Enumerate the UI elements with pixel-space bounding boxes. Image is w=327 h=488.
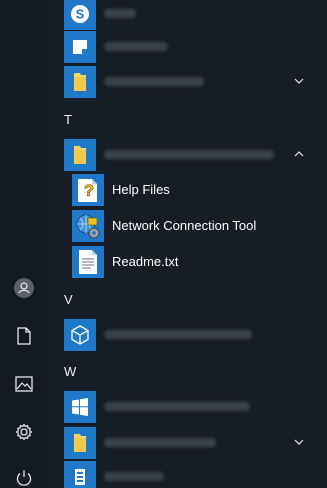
redacted-app-name	[104, 330, 252, 339]
section-header-t[interactable]: T	[64, 112, 72, 128]
folder-item-network-connection-tool[interactable]: Network Connection Tool	[48, 208, 327, 244]
start-rail	[0, 0, 48, 488]
folder-item-label: Help Files	[112, 182, 170, 197]
chevron-down-icon[interactable]	[293, 75, 305, 87]
redacted-folder-name	[104, 150, 274, 159]
section-header-v[interactable]: V	[64, 292, 73, 308]
pictures-icon	[15, 375, 33, 397]
help-file-icon: ?	[72, 174, 104, 206]
user-account-button[interactable]	[4, 270, 44, 310]
app-folder[interactable]	[48, 63, 327, 99]
app-icon	[64, 461, 96, 488]
app-list-item[interactable]: S	[48, 0, 327, 31]
windows-logo-icon	[64, 391, 96, 423]
skype-icon: S	[64, 0, 96, 30]
app-list-item[interactable]	[48, 28, 327, 64]
settings-gear-icon	[15, 422, 33, 446]
chevron-up-icon[interactable]	[293, 148, 305, 160]
folder-item-label: Readme.txt	[112, 254, 179, 269]
svg-text:S: S	[76, 7, 85, 22]
user-avatar-icon	[14, 277, 34, 303]
settings-button[interactable]	[4, 414, 44, 454]
redacted-folder-name	[104, 77, 204, 86]
app-list-item[interactable]	[48, 388, 327, 424]
chevron-down-icon[interactable]	[293, 436, 305, 448]
folder-item-help-files[interactable]: ? Help Files	[48, 172, 327, 208]
power-icon	[15, 469, 33, 488]
app-folder[interactable]	[48, 424, 327, 460]
redacted-app-name	[104, 9, 136, 18]
svg-text:?: ?	[84, 181, 94, 200]
app-folder-expanded[interactable]	[48, 136, 327, 172]
power-button[interactable]	[4, 460, 44, 488]
document-icon	[16, 326, 32, 350]
sticky-notes-icon	[64, 31, 96, 63]
folder-item-readme[interactable]: Readme.txt	[48, 244, 327, 280]
folder-icon	[64, 139, 96, 171]
redacted-app-name	[104, 402, 250, 411]
app-list-item[interactable]	[48, 458, 327, 488]
folder-icon	[64, 66, 96, 98]
app-list-item[interactable]	[48, 316, 327, 352]
section-header-w[interactable]: W	[64, 364, 76, 380]
documents-button[interactable]	[4, 318, 44, 358]
app-list: S T ? Help Files Network Connection Tool…	[48, 0, 327, 488]
redacted-folder-name	[104, 438, 216, 447]
redacted-app-name	[104, 472, 164, 481]
pictures-button[interactable]	[4, 366, 44, 406]
redacted-app-name	[104, 42, 168, 51]
text-document-icon	[72, 246, 104, 278]
network-tool-icon	[72, 210, 104, 242]
folder-icon	[64, 427, 96, 459]
folder-item-label: Network Connection Tool	[112, 218, 257, 233]
cube-3d-icon	[64, 319, 96, 351]
